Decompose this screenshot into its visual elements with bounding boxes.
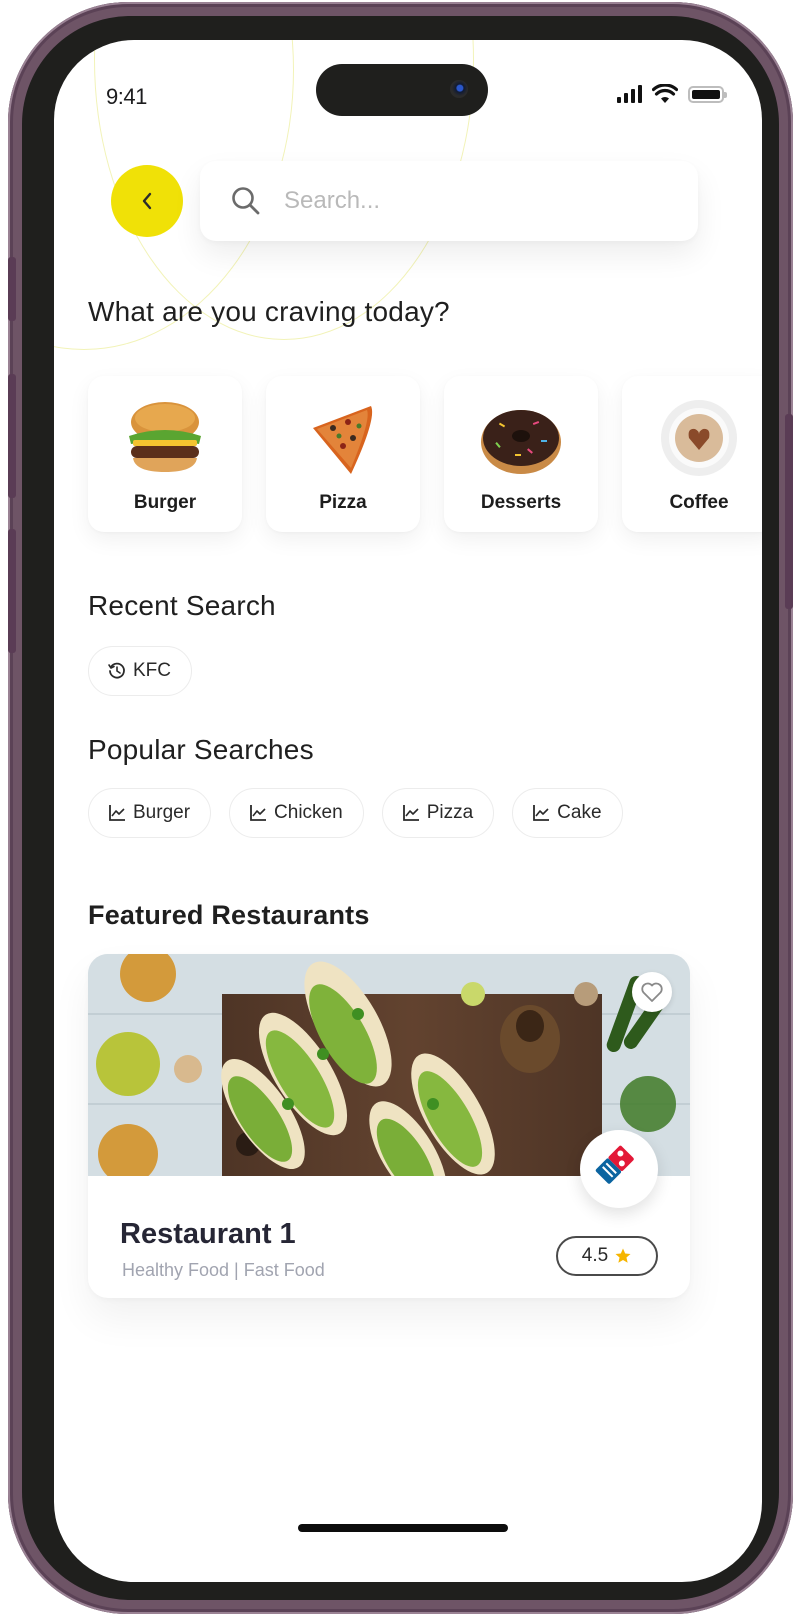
chip-label: KFC bbox=[133, 660, 171, 681]
action-button bbox=[8, 257, 16, 321]
recent-search-heading: Recent Search bbox=[88, 590, 276, 621]
chevron-left-icon bbox=[142, 192, 152, 210]
chip-label: Chicken bbox=[274, 802, 343, 823]
pizza-slice-image bbox=[313, 406, 373, 474]
power-button bbox=[785, 414, 793, 609]
popular-search-chip[interactable]: Chicken bbox=[229, 788, 364, 838]
popular-search-chip[interactable]: Pizza bbox=[381, 788, 495, 838]
trending-icon bbox=[533, 805, 550, 821]
status-icons bbox=[617, 84, 727, 104]
wifi-icon bbox=[652, 84, 678, 103]
volume-down-button bbox=[8, 529, 16, 653]
history-icon bbox=[108, 662, 125, 679]
restaurant-card[interactable]: Restaurant 1 Healthy Food | Fast Food 4.… bbox=[88, 954, 690, 1298]
recent-search-chip[interactable]: KFC bbox=[88, 646, 192, 696]
app-screen: 9:41 What are yo bbox=[54, 40, 762, 1582]
burger-image bbox=[129, 402, 201, 472]
popular-searches-heading: Popular Searches bbox=[88, 734, 314, 765]
chip-label: Pizza bbox=[426, 802, 474, 823]
home-indicator[interactable] bbox=[298, 1524, 508, 1532]
search-bar[interactable] bbox=[200, 161, 698, 241]
search-icon bbox=[232, 187, 260, 215]
popular-search-chip[interactable]: Burger bbox=[88, 788, 212, 838]
dominos-pizza-logo bbox=[595, 1145, 634, 1184]
restaurant-name: Restaurant 1 bbox=[120, 1218, 296, 1250]
heart-outline-icon bbox=[641, 982, 663, 1002]
popular-searches-list: Burger Chicken Pizza Cake bbox=[88, 788, 623, 838]
category-list: Burger Pizza Desserts Coffee bbox=[88, 376, 762, 532]
coffee-cup-image bbox=[661, 400, 737, 476]
rating-badge: 4.5 bbox=[556, 1236, 658, 1276]
restaurant-tags: Healthy Food | Fast Food bbox=[122, 1260, 325, 1280]
restaurant-logo bbox=[580, 1130, 658, 1208]
category-label: Burger bbox=[133, 492, 197, 513]
category-coffee[interactable]: Coffee bbox=[622, 376, 762, 532]
back-button[interactable] bbox=[111, 165, 183, 237]
category-label: Pizza bbox=[319, 492, 367, 513]
battery-icon bbox=[688, 85, 727, 103]
dynamic-island bbox=[316, 64, 488, 116]
recent-search-list: KFC bbox=[88, 646, 192, 696]
trending-icon bbox=[402, 805, 419, 821]
volume-up-button bbox=[8, 374, 16, 498]
donut-image bbox=[481, 410, 561, 474]
chip-label: Cake bbox=[557, 802, 602, 823]
favorite-button[interactable] bbox=[632, 972, 672, 1012]
status-time: 9:41 bbox=[106, 84, 147, 109]
category-pizza[interactable]: Pizza bbox=[266, 376, 420, 532]
category-desserts[interactable]: Desserts bbox=[444, 376, 598, 532]
category-label: Desserts bbox=[480, 492, 562, 513]
popular-search-chip[interactable]: Cake bbox=[512, 788, 623, 838]
featured-restaurants-heading: Featured Restaurants bbox=[88, 900, 370, 930]
camera-icon bbox=[450, 80, 468, 98]
trending-icon bbox=[250, 805, 267, 821]
chip-label: Burger bbox=[133, 802, 191, 823]
search-input[interactable] bbox=[284, 187, 664, 215]
trending-icon bbox=[109, 805, 125, 821]
craving-heading: What are you craving today? bbox=[88, 296, 450, 327]
category-label: Coffee bbox=[669, 492, 729, 513]
star-icon bbox=[615, 1248, 631, 1263]
rating-value: 4.5 bbox=[581, 1245, 609, 1266]
phone-frame: 9:41 What are yo bbox=[8, 2, 793, 1614]
category-burger[interactable]: Burger bbox=[88, 376, 242, 532]
cellular-signal-icon bbox=[617, 85, 642, 103]
